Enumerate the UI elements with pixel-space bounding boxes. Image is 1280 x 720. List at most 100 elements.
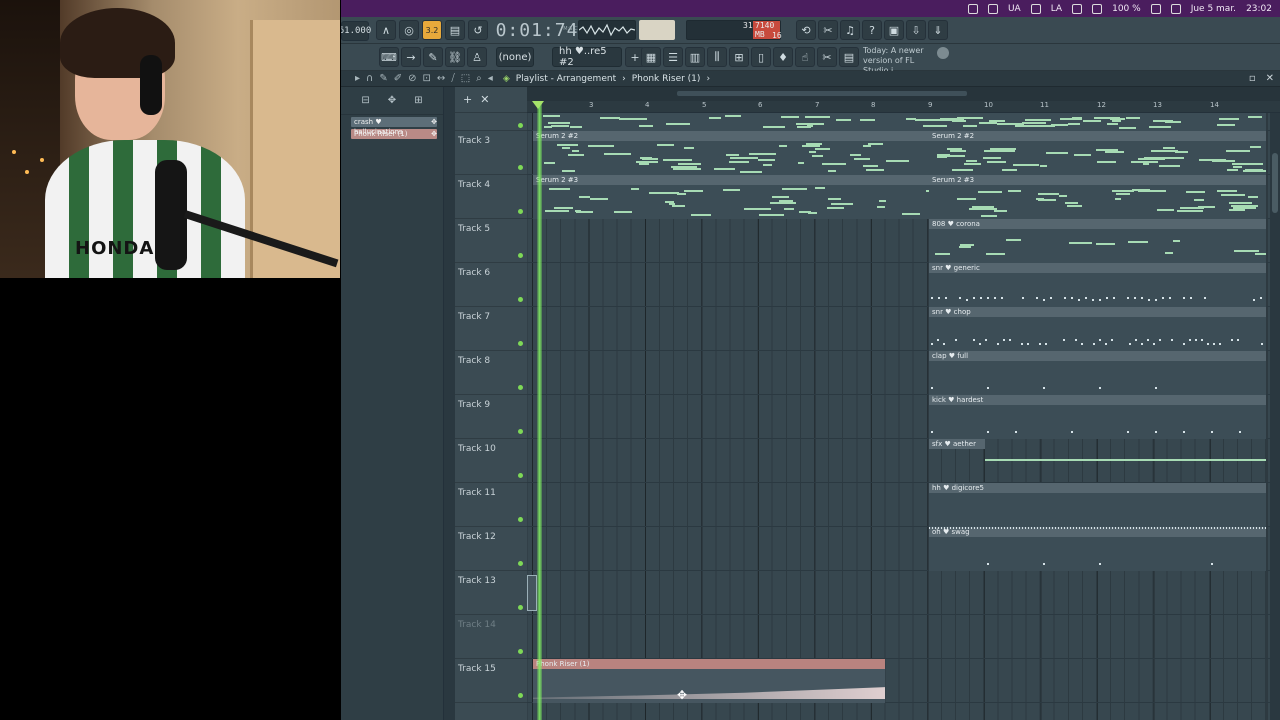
small-clip[interactable] bbox=[527, 575, 537, 611]
cut-icon[interactable]: ✂ bbox=[818, 20, 838, 40]
track-enable-led[interactable] bbox=[518, 605, 523, 610]
pattern-clip[interactable] bbox=[533, 113, 1266, 131]
playhead-marker[interactable] bbox=[532, 101, 544, 109]
picker-item[interactable]: crash ♥ hallucinations ✥ bbox=[351, 117, 437, 136]
app-status-icon[interactable] bbox=[967, 3, 978, 14]
picker-drag-icon[interactable]: ✥ bbox=[431, 129, 437, 139]
picker-list-icon[interactable]: ⊟ bbox=[361, 95, 369, 106]
search-icon[interactable] bbox=[1170, 3, 1181, 14]
add-track-icon[interactable]: + bbox=[463, 93, 472, 106]
mixer-icon[interactable]: ⫼ bbox=[707, 47, 727, 67]
wifi-icon[interactable] bbox=[1150, 3, 1161, 14]
picker-item-selected[interactable]: Phonk Riser (1) ✥ bbox=[351, 129, 437, 139]
slice-tool-icon[interactable]: ⧸ bbox=[451, 73, 454, 84]
playhead[interactable] bbox=[537, 101, 542, 720]
arrangement-area[interactable]: 3 4 5 6 7 8 9 10 11 12 13 14 Serum 2 #2 … bbox=[527, 87, 1280, 720]
mic-icon[interactable]: ♫ bbox=[840, 20, 860, 40]
track-enable-led[interactable] bbox=[518, 297, 523, 302]
settings-icon[interactable] bbox=[937, 47, 949, 59]
track-header[interactable]: Track 6 bbox=[455, 263, 527, 307]
scissor-icon[interactable]: ✂ bbox=[817, 47, 837, 67]
horizontal-scrollbar[interactable] bbox=[527, 87, 1280, 101]
loop-record-icon[interactable]: ↺ bbox=[468, 20, 488, 40]
app-status-icon[interactable] bbox=[1030, 3, 1041, 14]
arrow-icon[interactable]: → bbox=[401, 47, 421, 67]
vertical-scrollbar[interactable] bbox=[1270, 113, 1280, 720]
remove-track-icon[interactable]: ✕ bbox=[480, 93, 489, 106]
track-header[interactable]: Track 12 bbox=[455, 527, 527, 571]
track-enable-led[interactable] bbox=[518, 253, 523, 258]
track-lane[interactable]: oh ♥ swag bbox=[527, 527, 1280, 571]
track-enable-led[interactable] bbox=[518, 561, 523, 566]
picker-filter-icon[interactable]: ⊞ bbox=[414, 95, 422, 106]
blend-notes-icon[interactable]: ▤ bbox=[445, 20, 465, 40]
track-header[interactable]: Track 3 bbox=[455, 131, 527, 175]
metronome-icon[interactable]: ∧ bbox=[376, 20, 396, 40]
pattern-clip[interactable]: 808 ♥ corona bbox=[929, 219, 1266, 263]
pattern-clip[interactable]: Serum 2 #3 bbox=[533, 175, 929, 219]
track-lane[interactable]: kick ♥ hardest bbox=[527, 395, 1280, 439]
slip-tool-icon[interactable]: ↔ bbox=[437, 73, 445, 84]
track-lane[interactable]: sfx ♥ aether bbox=[527, 439, 1280, 483]
pattern-clip[interactable]: Serum 2 #3 bbox=[929, 175, 1266, 219]
track-enable-led[interactable] bbox=[518, 341, 523, 346]
link-icon[interactable]: ⛓ bbox=[445, 47, 465, 67]
track-lane[interactable]: Serum 2 #2 Serum 2 #2 bbox=[527, 131, 1280, 175]
picker-move-icon[interactable]: ✥ bbox=[388, 95, 396, 106]
piano-roll-icon[interactable]: ▥ bbox=[685, 47, 705, 67]
track-header[interactable]: Track 8 bbox=[455, 351, 527, 395]
track-enable-led[interactable] bbox=[518, 429, 523, 434]
wait-icon[interactable]: ◎ bbox=[399, 20, 419, 40]
bluetooth-icon[interactable] bbox=[1072, 3, 1083, 14]
zoom-tool-icon[interactable]: ⌕ bbox=[476, 73, 482, 84]
pencil-icon[interactable]: ✎ bbox=[423, 47, 443, 67]
playlist-icon[interactable]: ▦ bbox=[641, 47, 661, 67]
tempo-display[interactable]: 61.000 bbox=[341, 21, 371, 41]
file-icon[interactable]: ▯ bbox=[751, 47, 771, 67]
pattern-clip[interactable]: Serum 2 #2 bbox=[929, 131, 1266, 175]
track-enable-led[interactable] bbox=[518, 517, 523, 522]
pattern-mode-select[interactable]: (none) bbox=[496, 47, 534, 67]
channel-rack-icon[interactable]: ☰ bbox=[663, 47, 683, 67]
track-lane[interactable]: Serum 2 #3 Serum 2 #3 bbox=[527, 175, 1280, 219]
track-header[interactable]: Track 9 bbox=[455, 395, 527, 439]
track-enable-led[interactable] bbox=[518, 209, 523, 214]
pattern-selector[interactable]: hh ♥..re5 #2 bbox=[552, 46, 622, 68]
audio-clip[interactable]: Phonk Riser (1) bbox=[533, 659, 885, 703]
pattern-clip[interactable]: clap ♥ full bbox=[929, 351, 1266, 395]
track-header[interactable]: Track 5 bbox=[455, 219, 527, 263]
mute-tool-icon[interactable]: ⊡ bbox=[423, 73, 431, 84]
news-icon[interactable]: ▤ bbox=[839, 47, 859, 67]
keyboard-icon[interactable]: ⌨ bbox=[379, 47, 399, 67]
track-header[interactable]: Track 11 bbox=[455, 483, 527, 527]
minimize-icon[interactable]: ▫ bbox=[1249, 73, 1256, 84]
vertical-scroll-thumb[interactable] bbox=[1272, 153, 1278, 213]
stamp-icon[interactable]: ♙ bbox=[467, 47, 487, 67]
track-header[interactable]: Track 13 bbox=[455, 571, 527, 615]
track-lane[interactable] bbox=[527, 571, 1280, 615]
save-icon[interactable]: ▣ bbox=[884, 20, 904, 40]
track-enable-led[interactable] bbox=[518, 385, 523, 390]
draw-tool-icon[interactable]: ✎ bbox=[379, 73, 387, 84]
picker-drag-icon[interactable]: ✥ bbox=[431, 117, 437, 127]
paint-tool-icon[interactable]: ✐ bbox=[394, 73, 402, 84]
close-icon[interactable]: ✕ bbox=[1266, 73, 1274, 84]
menubar-ua[interactable]: UA bbox=[1008, 4, 1021, 14]
pattern-clip[interactable]: hh ♥ digicore5 bbox=[929, 483, 1266, 527]
playlist-grid[interactable]: Serum 2 #2 Serum 2 #2 Serum 2 #3 Serum 2… bbox=[527, 113, 1280, 720]
track-enable-led[interactable] bbox=[518, 649, 523, 654]
play-icon[interactable]: ▸ bbox=[355, 73, 360, 84]
download-icon[interactable]: ⇓ bbox=[928, 20, 948, 40]
pattern-clip[interactable]: Serum 2 #2 bbox=[533, 131, 929, 175]
menubar-date[interactable]: Jue 5 mar. bbox=[1191, 4, 1236, 14]
menubar-time[interactable]: 23:02 bbox=[1246, 4, 1272, 14]
pattern-clip[interactable]: kick ♥ hardest bbox=[929, 395, 1266, 439]
track-header[interactable]: Track 14 bbox=[455, 615, 527, 659]
pattern-clip[interactable]: snr ♥ chop bbox=[929, 307, 1266, 351]
panel-scroll-gutter[interactable] bbox=[444, 87, 455, 720]
song-position[interactable]: 0:01:74 bbox=[496, 20, 578, 41]
pattern-clip[interactable]: oh ♥ swag bbox=[929, 527, 1266, 571]
update-notice[interactable]: Today: A newer version of FL Studio i.. bbox=[863, 46, 935, 75]
pattern-clip[interactable]: snr ♥ generic bbox=[929, 263, 1266, 307]
track-lane[interactable]: 808 ♥ corona bbox=[527, 219, 1280, 263]
